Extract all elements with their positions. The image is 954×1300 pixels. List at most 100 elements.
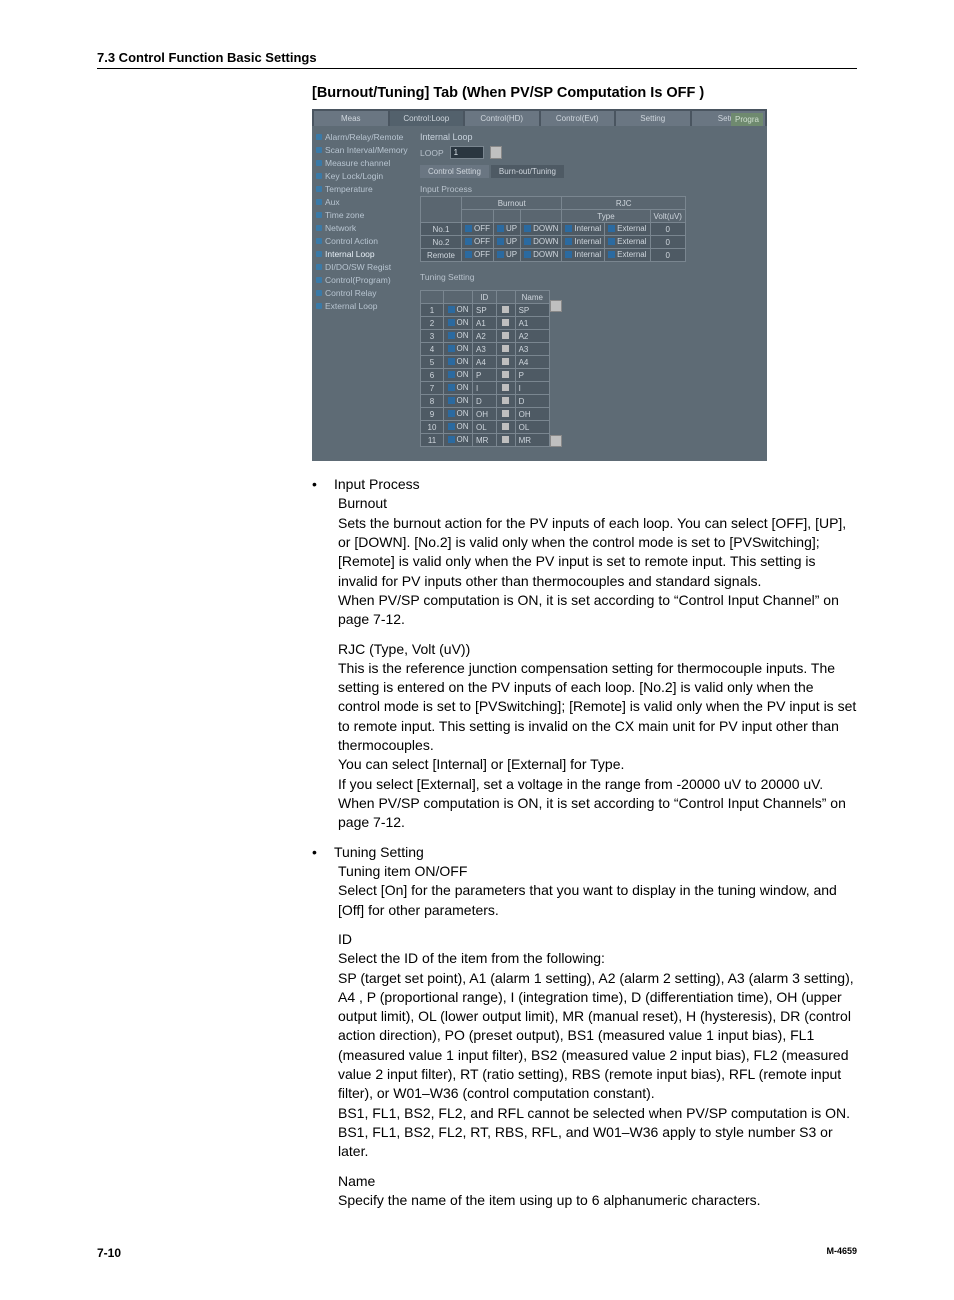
tuning-dd-icon[interactable] — [496, 317, 515, 330]
tuning-name-cell[interactable]: A4 — [515, 356, 549, 369]
tuning-name-cell[interactable]: A2 — [515, 330, 549, 343]
sidebar-item[interactable]: Key Lock/Login — [316, 169, 408, 182]
tuning-dd-icon[interactable] — [496, 343, 515, 356]
tuning-dd-icon[interactable] — [496, 408, 515, 421]
tuning-on-cell[interactable]: ON — [444, 395, 473, 408]
tuning-row: 6ONPP — [421, 369, 550, 382]
tuning-dd-icon[interactable] — [496, 434, 515, 447]
id-para-4: BS1, FL1, BS2, FL2, RT, RBS, RFL, and W0… — [338, 1123, 857, 1162]
loop-dropdown-icon[interactable] — [490, 146, 502, 159]
top-tab[interactable]: Control(HD) — [465, 111, 539, 126]
burnout-off-cell[interactable]: OFF — [462, 236, 494, 249]
tuning-name-cell[interactable]: SP — [515, 304, 549, 317]
tuning-name-cell[interactable]: A1 — [515, 317, 549, 330]
sidebar-item[interactable]: Measure channel — [316, 156, 408, 169]
tuning-name-cell[interactable]: MR — [515, 434, 549, 447]
sidebar-item[interactable]: Scan Interval/Memory — [316, 143, 408, 156]
tuning-dd-icon[interactable] — [496, 304, 515, 317]
burnout-up-cell[interactable]: UP — [494, 249, 521, 262]
sidebar-item[interactable]: Alarm/Relay/Remote — [316, 130, 408, 143]
top-tab[interactable]: Control(Evt) — [541, 111, 615, 126]
tuning-row-num: 4 — [421, 343, 444, 356]
sidebar-item[interactable]: Control(Program) — [316, 273, 408, 286]
input-process-heading: Input Process — [334, 475, 420, 494]
burnout-down-cell[interactable]: DOWN — [521, 236, 562, 249]
sidebar-item[interactable]: External Loop — [316, 299, 408, 312]
rjc-type-header: Type — [562, 210, 650, 223]
tuning-row: 9ONOHOH — [421, 408, 550, 421]
tuning-on-cell[interactable]: ON — [444, 343, 473, 356]
tuning-id-cell[interactable]: A3 — [473, 343, 497, 356]
tuning-id-cell[interactable]: A4 — [473, 356, 497, 369]
sidebar-item[interactable]: Temperature — [316, 182, 408, 195]
top-tab[interactable]: Meas — [314, 111, 388, 126]
tuning-name-cell[interactable]: P — [515, 369, 549, 382]
tuning-id-cell[interactable]: A1 — [473, 317, 497, 330]
tuning-dd-icon[interactable] — [496, 395, 515, 408]
tuning-on-cell[interactable]: ON — [444, 356, 473, 369]
tuning-row: 1ONSPSP — [421, 304, 550, 317]
tuning-on-cell[interactable]: ON — [444, 382, 473, 395]
burnout-table: BurnoutRJCTypeVolt(uV)No.1OFFUPDOWNInter… — [420, 196, 686, 262]
burnout-off-cell[interactable]: OFF — [462, 223, 494, 236]
rjc-volt-cell[interactable]: 0 — [650, 236, 685, 249]
loop-value[interactable]: 1 — [450, 146, 484, 159]
tuning-on-cell[interactable]: ON — [444, 304, 473, 317]
tuning-on-cell[interactable]: ON — [444, 369, 473, 382]
tuning-id-cell[interactable]: A2 — [473, 330, 497, 343]
tuning-on-cell[interactable]: ON — [444, 434, 473, 447]
rjc-external-cell[interactable]: External — [605, 223, 650, 236]
tuning-dd-icon[interactable] — [496, 369, 515, 382]
rjc-internal-cell[interactable]: Internal — [562, 223, 605, 236]
tuning-dd-icon[interactable] — [496, 330, 515, 343]
rjc-external-cell[interactable]: External — [605, 249, 650, 262]
burnout-up-cell[interactable]: UP — [494, 223, 521, 236]
tuning-name-cell[interactable]: OL — [515, 421, 549, 434]
tuning-name-cell[interactable]: D — [515, 395, 549, 408]
burnout-up-cell[interactable]: UP — [494, 236, 521, 249]
id-para-3: BS1, FL1, BS2, FL2, and RFL cannot be se… — [338, 1104, 857, 1123]
tuning-id-cell[interactable]: I — [473, 382, 497, 395]
tuning-name-cell[interactable]: I — [515, 382, 549, 395]
rjc-volt-cell[interactable]: 0 — [650, 223, 685, 236]
sidebar-item[interactable]: Control Relay — [316, 286, 408, 299]
scroll-up-icon[interactable] — [550, 300, 562, 312]
top-tab[interactable]: Control:Loop — [390, 111, 464, 126]
tuning-name-cell[interactable]: OH — [515, 408, 549, 421]
tuning-dd-icon[interactable] — [496, 421, 515, 434]
tuning-dd-icon[interactable] — [496, 382, 515, 395]
sub-tab[interactable]: Control Setting — [420, 165, 489, 178]
burnout-down-cell[interactable]: DOWN — [521, 249, 562, 262]
sidebar-item[interactable]: DI/DO/SW Regist — [316, 260, 408, 273]
tuning-id-cell[interactable]: MR — [473, 434, 497, 447]
rjc-para-4: When PV/SP computation is ON, it is set … — [338, 794, 857, 833]
sub-tab[interactable]: Burn-out/Tuning — [491, 165, 564, 178]
tuning-id-cell[interactable]: D — [473, 395, 497, 408]
tuning-on-cell[interactable]: ON — [444, 408, 473, 421]
tuning-on-cell[interactable]: ON — [444, 330, 473, 343]
rjc-internal-cell[interactable]: Internal — [562, 236, 605, 249]
tuning-id-cell[interactable]: OH — [473, 408, 497, 421]
tuning-on-cell[interactable]: ON — [444, 317, 473, 330]
tuning-id-cell[interactable]: P — [473, 369, 497, 382]
sidebar-item[interactable]: Network — [316, 221, 408, 234]
burnout-off-cell[interactable]: OFF — [462, 249, 494, 262]
rjc-internal-cell[interactable]: Internal — [562, 249, 605, 262]
sidebar-item[interactable]: Control Action — [316, 234, 408, 247]
tuning-row: 8ONDD — [421, 395, 550, 408]
sidebar-item[interactable]: Aux — [316, 195, 408, 208]
sidebar-item[interactable]: Internal Loop — [316, 247, 408, 260]
tuning-dd-icon[interactable] — [496, 356, 515, 369]
top-tab[interactable]: Setting — [616, 111, 690, 126]
tuning-on-cell[interactable]: ON — [444, 421, 473, 434]
tuning-name-cell[interactable]: A3 — [515, 343, 549, 356]
screenshot: MeasControl:LoopControl(HD)Control(Evt)S… — [312, 109, 767, 461]
tuning-id-cell[interactable]: OL — [473, 421, 497, 434]
rjc-volt-cell[interactable]: 0 — [650, 249, 685, 262]
tuning-id-cell[interactable]: SP — [473, 304, 497, 317]
burnout-down-cell[interactable]: DOWN — [521, 223, 562, 236]
sidebar-item[interactable]: Time zone — [316, 208, 408, 221]
doc-id: M-4659 — [826, 1246, 857, 1260]
rjc-external-cell[interactable]: External — [605, 236, 650, 249]
scroll-down-icon[interactable] — [550, 435, 562, 447]
